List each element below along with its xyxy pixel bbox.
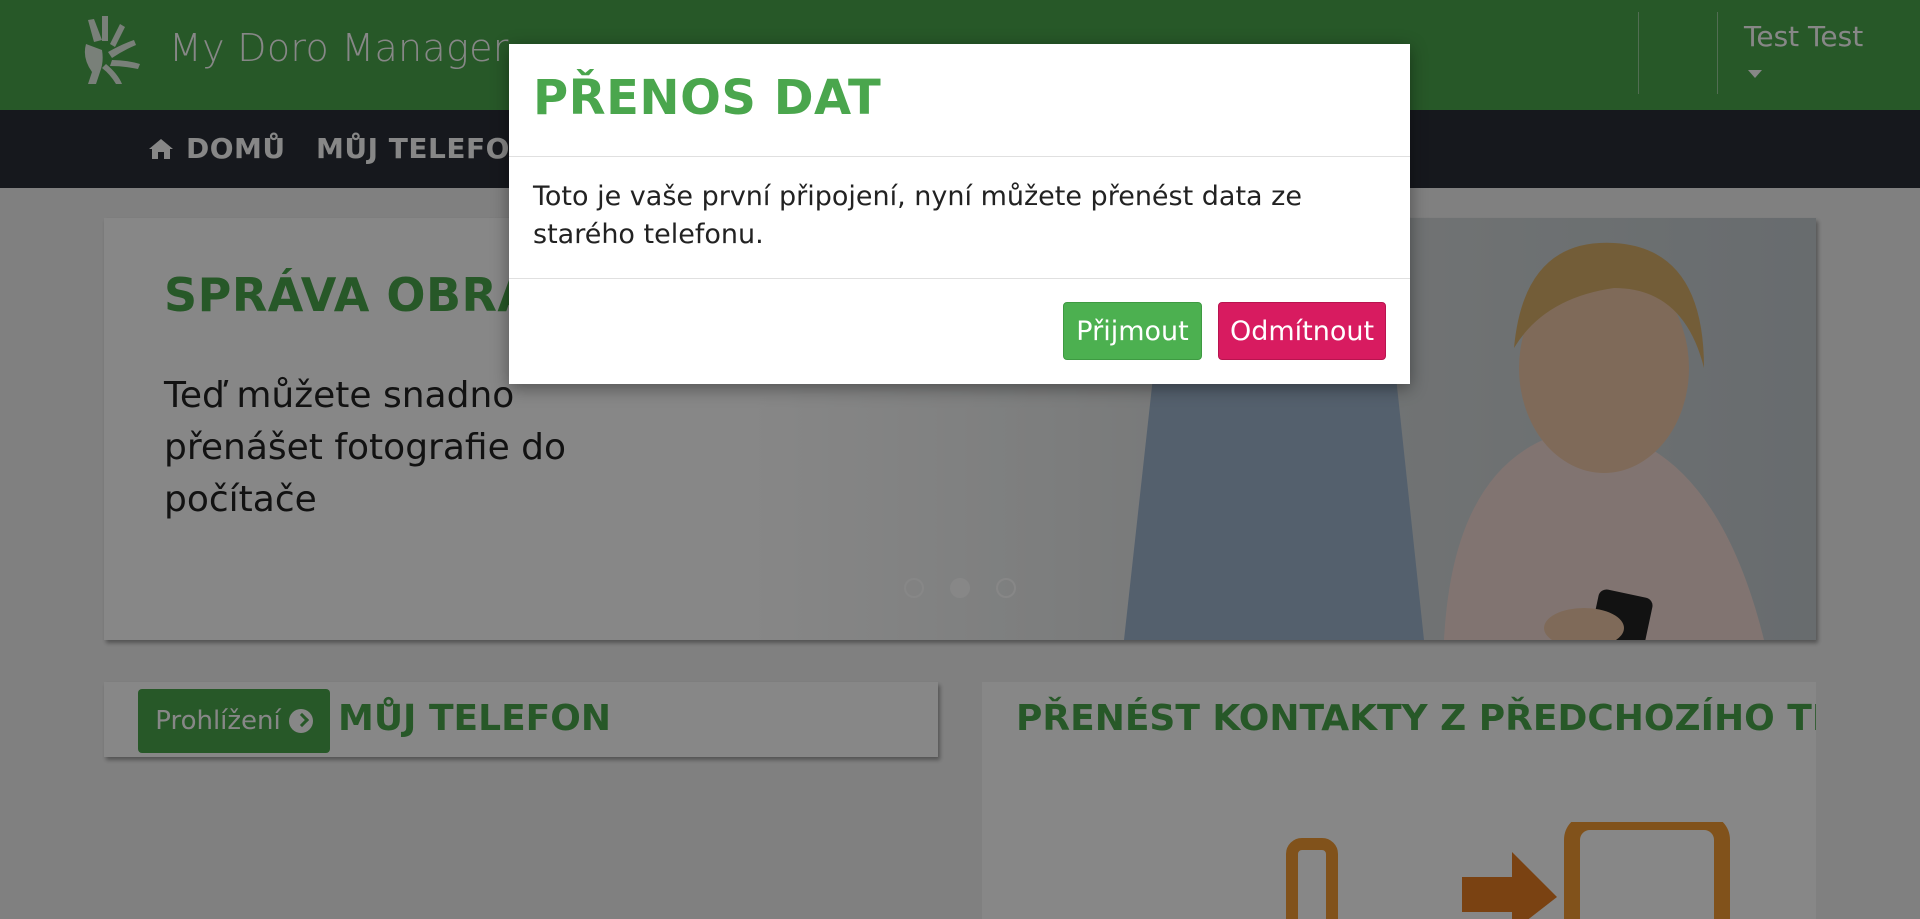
dialog-message: Toto je vaše první připojení, nyní můžet…	[533, 181, 1302, 250]
accept-button[interactable]: Přijmout	[1063, 302, 1202, 360]
dialog-title: PŘENOS DAT	[533, 70, 882, 126]
data-transfer-dialog: PŘENOS DAT Toto je vaše první připojení,…	[509, 44, 1410, 384]
decline-button[interactable]: Odmítnout	[1218, 302, 1386, 360]
dialog-divider	[509, 278, 1410, 279]
dialog-divider	[509, 156, 1410, 157]
